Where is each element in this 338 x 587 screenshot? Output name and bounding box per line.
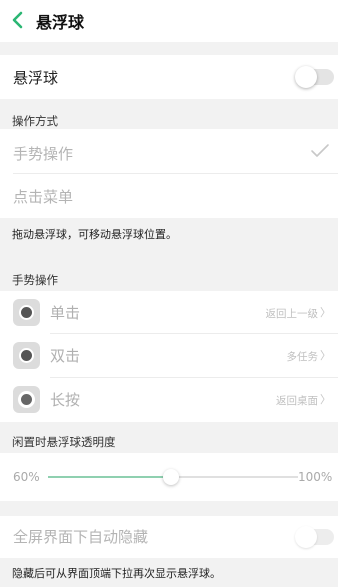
gestures-section-label: 手势操作 [12,273,58,287]
gesture-label: 单击 [50,304,81,322]
slider-fill [48,476,171,478]
option-gesture[interactable]: 手势操作 [13,143,73,164]
autohide-label: 全屏界面下自动隐藏 [13,528,149,546]
gesture-action: 返回上一级 [265,308,319,320]
slider-thumb[interactable] [163,469,179,485]
gesture-label: 长按 [50,391,81,409]
autohide-toggle[interactable] [295,526,334,548]
double-tap-icon [13,342,40,369]
gesture-action: 多任务 [286,351,319,363]
floating-ball-label: 悬浮球 [13,69,59,87]
operation-mode-section-label: 操作方式 [12,114,58,128]
operation-mode-card: 手势操作 点击菜单 [0,129,338,218]
long-press-icon [13,386,40,413]
slider-min-label: 60% [13,470,40,484]
chevron-right-icon: 〉 [320,393,331,406]
autohide-row[interactable]: 全屏界面下自动隐藏 [0,516,338,558]
check-icon [311,144,329,157]
idle-opacity-section-label: 闲置时悬浮球透明度 [12,435,116,449]
chevron-right-icon: 〉 [320,349,331,362]
idle-opacity-card: 60% 100% [0,453,338,501]
slider-max-label: 100% [298,470,333,484]
operation-mode-note: 拖动悬浮球，可移动悬浮球位置。 [12,228,177,241]
option-click-menu[interactable]: 点击菜单 [13,186,73,207]
gesture-action: 返回桌面 [276,395,318,407]
toggle-knob [295,526,317,548]
divider [13,173,338,174]
autohide-note: 隐藏后可从界面顶端下拉再次显示悬浮球。 [12,567,221,580]
gesture-label: 双击 [50,347,81,365]
page-title: 悬浮球 [36,13,85,32]
top-bar: 悬浮球 [0,0,338,42]
gestures-card: 单击 返回上一级 〉 双击 多任务 〉 长按 返回桌面 〉 [0,291,338,422]
chevron-right-icon: 〉 [320,306,331,319]
divider [50,377,338,378]
floating-ball-row[interactable]: 悬浮球 [0,55,338,99]
opacity-slider[interactable] [48,469,298,485]
divider [50,333,338,334]
floating-ball-toggle[interactable] [295,66,334,88]
toggle-knob [295,66,317,88]
back-arrow-icon[interactable] [10,10,26,30]
tap-icon [13,299,40,326]
